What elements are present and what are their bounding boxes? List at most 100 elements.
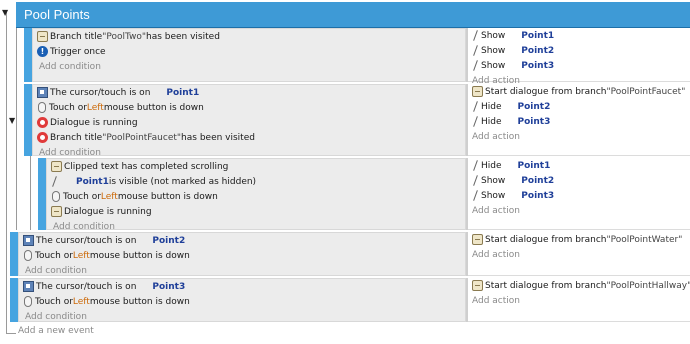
text-part: has been visited: [181, 132, 255, 143]
text-part: Start dialogue from branch: [485, 234, 607, 245]
condition-row[interactable]: Touch or Left mouse button is down: [23, 248, 465, 263]
condition-row[interactable]: Branch title "PoolPointFaucet" has been …: [37, 130, 465, 145]
action-row[interactable]: Show Point2: [472, 173, 690, 188]
text-part: Left: [72, 250, 90, 261]
add-action-link[interactable]: Add action: [472, 247, 690, 262]
add-action-link[interactable]: Add action: [472, 203, 690, 218]
object-name: Point2: [521, 45, 555, 56]
tree-line: [6, 10, 7, 334]
text-part: The cursor/touch is on: [36, 281, 137, 292]
event-margin-bar[interactable]: [10, 232, 18, 276]
action-row[interactable]: Start dialogue from branch "PoolPointHal…: [472, 278, 690, 293]
text-part: has been visited: [145, 31, 220, 42]
event[interactable]: ▼ The cursor/touch is on Point1 Touch or Le…: [9, 84, 690, 158]
text-part: "PoolPointHallway": [606, 280, 690, 291]
conditions-panel: Branch title "PoolTwo" has been visited!…: [32, 28, 466, 82]
text-part: Show: [481, 45, 506, 56]
condition-row[interactable]: Touch or Left mouse button is down: [23, 294, 465, 309]
text-part: "PoolTwo": [102, 31, 146, 42]
text-part: Start dialogue from branch: [485, 86, 607, 97]
event-collapse-icon[interactable]: ▼: [9, 116, 15, 125]
action-row[interactable]: Start dialogue from branch "PoolPointWat…: [472, 232, 690, 247]
text-part: mouse button is down: [89, 296, 190, 307]
text-part: Touch or: [35, 296, 73, 307]
object-name: Point3: [521, 190, 555, 201]
object-name: Point2: [517, 101, 551, 112]
add-condition-link[interactable]: Add condition: [25, 263, 465, 278]
condition-row[interactable]: Dialogue is running: [51, 204, 465, 219]
object-name: Point3: [517, 116, 551, 127]
condition-row[interactable]: Dialogue is running: [37, 115, 465, 130]
conditions-panel: The cursor/touch is on Point3 Touch or Lef…: [18, 278, 466, 322]
text-part: "PoolPointWater": [606, 234, 683, 245]
event-margin-bar[interactable]: [24, 28, 32, 82]
visible-icon: [472, 160, 479, 171]
action-row[interactable]: Start dialogue from branch "PoolPointFau…: [472, 84, 690, 99]
event-margin-bar[interactable]: [24, 84, 32, 156]
actions-panel: Hide Point1 Show Point2 Show Point3 Add action: [468, 158, 690, 230]
object-name: Point1: [166, 87, 200, 98]
group-header[interactable]: Pool Points: [16, 2, 690, 27]
visible-icon: [472, 116, 479, 127]
condition-row[interactable]: ! Trigger once: [37, 44, 465, 59]
event-margin-bar[interactable]: [10, 278, 18, 322]
visible-icon: [472, 45, 479, 56]
group-collapse-icon[interactable]: ▼: [2, 8, 8, 17]
action-row[interactable]: Show Point3: [472, 58, 690, 73]
condition-row[interactable]: The cursor/touch is on Point3: [23, 279, 465, 294]
text-part: "PoolPointFaucet": [606, 86, 686, 97]
text-part: Hide: [481, 160, 502, 171]
visible-icon: [472, 60, 479, 71]
visible-icon: [472, 30, 479, 41]
add-condition-link[interactable]: Add condition: [25, 309, 465, 324]
actions-panel: Show Point1 Show Point2 Show Point3 Add action: [468, 28, 690, 86]
action-row[interactable]: Show Point3: [472, 188, 690, 203]
add-event-link[interactable]: Add a new event: [18, 326, 94, 336]
condition-row[interactable]: Touch or Left mouse button is down: [37, 100, 465, 115]
text-part: mouse button is down: [103, 102, 204, 113]
text-part: Show: [481, 175, 506, 186]
condition-row[interactable]: The cursor/touch is on Point1: [37, 85, 465, 100]
text-part: Trigger once: [50, 46, 106, 57]
invert-icon: [37, 117, 48, 128]
condition-row[interactable]: The cursor/touch is on Point2: [23, 233, 465, 248]
group-title: Pool Points: [24, 7, 90, 22]
mouse-icon: [38, 102, 46, 113]
add-action-link[interactable]: Add action: [472, 293, 690, 308]
action-row[interactable]: Hide Point2: [472, 99, 690, 114]
action-row[interactable]: Hide Point3: [472, 114, 690, 129]
conditions-panel: Clipped text has completed scrolling Poin…: [46, 158, 466, 232]
action-row[interactable]: Show Point1: [472, 28, 690, 43]
text-part: Show: [481, 60, 506, 71]
condition-row[interactable]: Branch title "PoolTwo" has been visited: [37, 29, 465, 44]
touch-icon: [37, 87, 48, 98]
text-part: Left: [72, 296, 90, 307]
event-margin-bar[interactable]: [38, 158, 46, 230]
object-name: Point2: [521, 175, 555, 186]
action-row[interactable]: Show Point2: [472, 43, 690, 58]
visible-icon: [472, 190, 479, 201]
text-part: Hide: [481, 101, 502, 112]
condition-row[interactable]: Clipped text has completed scrolling: [51, 159, 465, 174]
condition-row[interactable]: Touch or Left mouse button is down: [51, 189, 465, 204]
dialogue-icon: [472, 86, 483, 97]
mouse-icon: [24, 250, 32, 261]
add-condition-link[interactable]: Add condition: [39, 59, 465, 74]
object-name: Point2: [152, 235, 186, 246]
event[interactable]: Clipped text has completed scrolling Poin…: [38, 158, 690, 232]
text-part: Dialogue is running: [50, 117, 138, 128]
condition-row[interactable]: Point1 is visible (not marked as hidden): [51, 174, 465, 189]
info-icon: !: [37, 46, 48, 57]
visible-icon: [51, 176, 58, 187]
text-part: "PoolPointFaucet": [102, 132, 182, 143]
action-row[interactable]: Hide Point1: [472, 158, 690, 173]
event[interactable]: The cursor/touch is on Point3 Touch or Lef…: [10, 278, 690, 322]
dialogue-icon: [51, 161, 62, 172]
text-part: Left: [86, 102, 104, 113]
text-part: mouse button is down: [117, 191, 218, 202]
actions-panel: Start dialogue from branch "PoolPointFau…: [468, 84, 690, 156]
event[interactable]: The cursor/touch is on Point2 Touch or Lef…: [10, 232, 690, 276]
add-action-link[interactable]: Add action: [472, 129, 690, 144]
dialogue-icon: [37, 31, 48, 42]
event[interactable]: Branch title "PoolTwo" has been visited!…: [24, 28, 690, 86]
